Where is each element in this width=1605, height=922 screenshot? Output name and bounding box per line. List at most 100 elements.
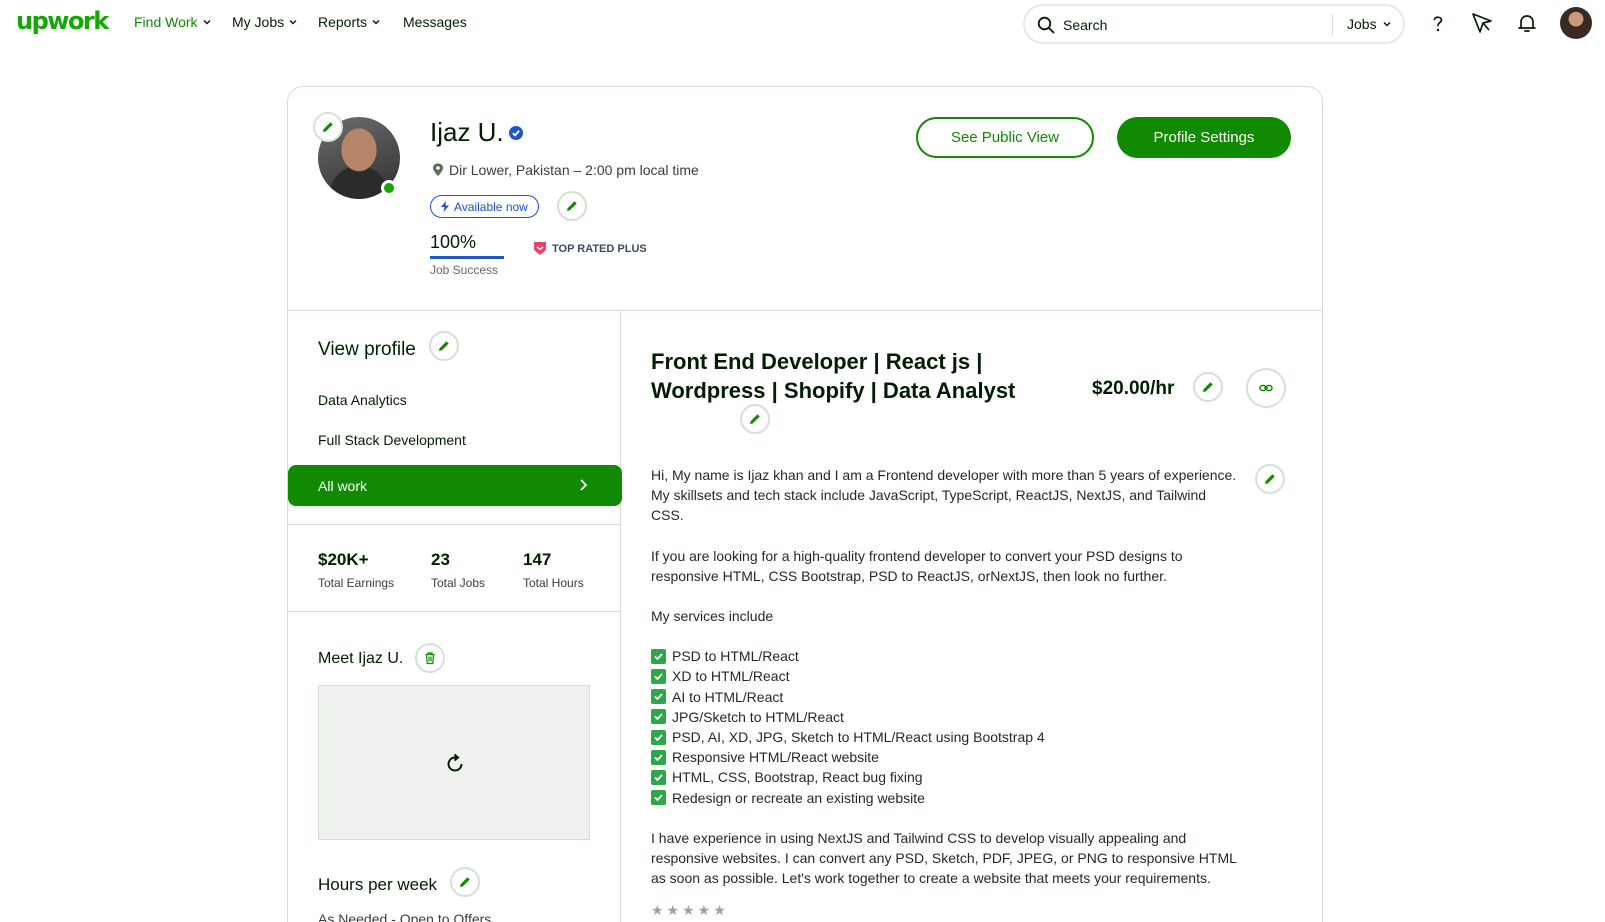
search-scope-label: Jobs <box>1347 16 1377 32</box>
online-status-dot <box>381 180 397 196</box>
location: Dir Lower, Pakistan – 2:00 pm local time <box>432 162 699 178</box>
search-scope-dropdown[interactable]: Jobs <box>1347 16 1392 32</box>
meet-heading: Meet Ijaz U. <box>318 650 404 667</box>
checkmark-icon <box>651 790 666 806</box>
pencil-icon <box>323 122 333 132</box>
availability-text: Available now <box>454 199 528 214</box>
hours-per-week-heading: Hours per week <box>318 875 438 894</box>
send-icon[interactable] <box>1470 11 1494 35</box>
nav-messages[interactable]: Messages <box>403 14 467 30</box>
checkmark-icon <box>651 729 666 745</box>
see-public-view-button[interactable]: See Public View <box>916 117 1094 158</box>
checkmark-icon <box>651 709 666 725</box>
service-item-text: JPG/Sketch to HTML/React <box>672 708 844 725</box>
all-work-tab[interactable]: All work <box>288 465 622 506</box>
chevron-right-icon <box>580 479 588 491</box>
service-item: Redesign or recreate an existing website <box>651 788 1241 808</box>
nav-messages-label: Messages <box>403 14 467 30</box>
stats-top-divider <box>287 524 620 525</box>
hours-per-week-value: As Needed - Open to Offers <box>318 911 492 922</box>
bell-icon[interactable] <box>1515 11 1539 35</box>
nav-find-work-label: Find Work <box>134 14 198 30</box>
service-item: PSD to HTML/React <box>651 646 1241 666</box>
user-avatar[interactable] <box>1560 7 1592 39</box>
edit-hours-button[interactable] <box>450 867 480 897</box>
search-icon <box>1037 16 1055 34</box>
nav-reports[interactable]: Reports <box>318 14 381 30</box>
stats-bottom-divider <box>287 611 620 612</box>
column-divider <box>620 310 621 922</box>
service-item-text: XD to HTML/React <box>672 668 790 685</box>
pencil-icon <box>1203 382 1213 392</box>
trash-icon <box>425 652 435 665</box>
checkmark-icon <box>651 669 666 684</box>
edit-view-profile-button[interactable] <box>429 331 459 361</box>
service-item: HTML, CSS, Bootstrap, React bug fixing <box>651 767 1241 787</box>
edit-photo-button[interactable] <box>313 112 343 142</box>
service-item-text: AI to HTML/React <box>672 688 784 705</box>
top-rated-badge-icon <box>534 242 546 255</box>
stat-total-earnings: $20K+ Total Earnings <box>318 550 394 590</box>
specialty-full-stack-development[interactable]: Full Stack Development <box>318 432 466 448</box>
intro-video-placeholder[interactable] <box>318 685 590 840</box>
stat-label: Total Hours <box>523 576 584 590</box>
service-item-text: HTML, CSS, Bootstrap, React bug fixing <box>672 769 923 786</box>
copy-link-button[interactable] <box>1246 368 1286 408</box>
checkmark-icon <box>651 769 666 785</box>
pencil-icon <box>1265 474 1275 484</box>
stat-value: $20K+ <box>318 550 369 569</box>
verified-icon <box>508 125 523 140</box>
service-item: PSD, AI, XD, JPG, Sketch to HTML/React u… <box>651 727 1241 747</box>
overview-paragraph: If you are looking for a high-quality fr… <box>651 547 1183 584</box>
help-icon[interactable] <box>1426 11 1450 35</box>
pencil-icon <box>460 877 470 887</box>
delete-video-button[interactable] <box>415 643 445 673</box>
nav-reports-label: Reports <box>318 14 368 30</box>
job-success-bar-fill <box>430 256 504 259</box>
search-divider <box>1332 14 1333 36</box>
services-list: PSD to HTML/React XD to HTML/React AI to… <box>651 646 1241 808</box>
stat-total-jobs: 23 Total Jobs <box>431 550 485 590</box>
stat-value: 147 <box>523 550 552 569</box>
service-item: AI to HTML/React <box>651 687 1241 707</box>
service-item-text: Redesign or recreate an existing website <box>672 789 925 806</box>
checkmark-icon <box>651 689 666 705</box>
hourly-rate: $20.00/hr <box>1092 378 1175 399</box>
profile-title-text: Front End Developer | React js | Wordpre… <box>651 349 1016 403</box>
chevron-down-icon <box>1383 22 1391 27</box>
overview-paragraph: I have experience in using NextJS and Ta… <box>651 829 1237 887</box>
pencil-icon <box>750 414 760 424</box>
search-input[interactable] <box>1063 15 1323 35</box>
lightning-icon <box>441 201 449 212</box>
top-rated-plus-badge: TOP RATED PLUS <box>533 241 647 256</box>
nav-my-jobs[interactable]: My Jobs <box>232 14 298 30</box>
job-success-label: Job Success <box>430 263 499 277</box>
edit-rate-button[interactable] <box>1193 372 1223 402</box>
edit-overview-button[interactable] <box>1255 464 1285 494</box>
upwork-logo[interactable]: upwork <box>16 7 109 35</box>
header-divider <box>287 310 1323 311</box>
service-item: Responsive HTML/React website <box>651 747 1241 767</box>
edit-availability-button[interactable] <box>557 191 587 221</box>
service-item-text: PSD to HTML/React <box>672 648 799 665</box>
job-success-value: 100% <box>430 232 477 252</box>
stat-total-hours: 147 Total Hours <box>523 550 584 590</box>
stat-label: Total Jobs <box>431 576 486 590</box>
availability-badge[interactable]: Available now <box>430 195 539 218</box>
edit-title-button[interactable] <box>740 404 770 434</box>
reload-icon[interactable] <box>443 752 467 776</box>
service-item-text: Responsive HTML/React website <box>672 749 879 766</box>
chevron-down-icon <box>289 20 297 25</box>
service-item: XD to HTML/React <box>651 666 1241 686</box>
nav-my-jobs-label: My Jobs <box>232 14 285 30</box>
freelancer-name: Ijaz U. <box>430 117 524 148</box>
top-navigation: upwork Find Work My Jobs Reports Message… <box>0 0 1605 46</box>
overview-trailing-stars: ★★★★★ <box>651 902 729 919</box>
checkmark-icon <box>651 749 666 765</box>
link-icon <box>1259 384 1273 392</box>
nav-find-work[interactable]: Find Work <box>134 14 212 30</box>
stat-value: 23 <box>431 550 450 569</box>
specialty-data-analytics[interactable]: Data Analytics <box>318 392 407 408</box>
location-pin-icon <box>433 163 443 176</box>
profile-settings-button[interactable]: Profile Settings <box>1117 117 1291 158</box>
